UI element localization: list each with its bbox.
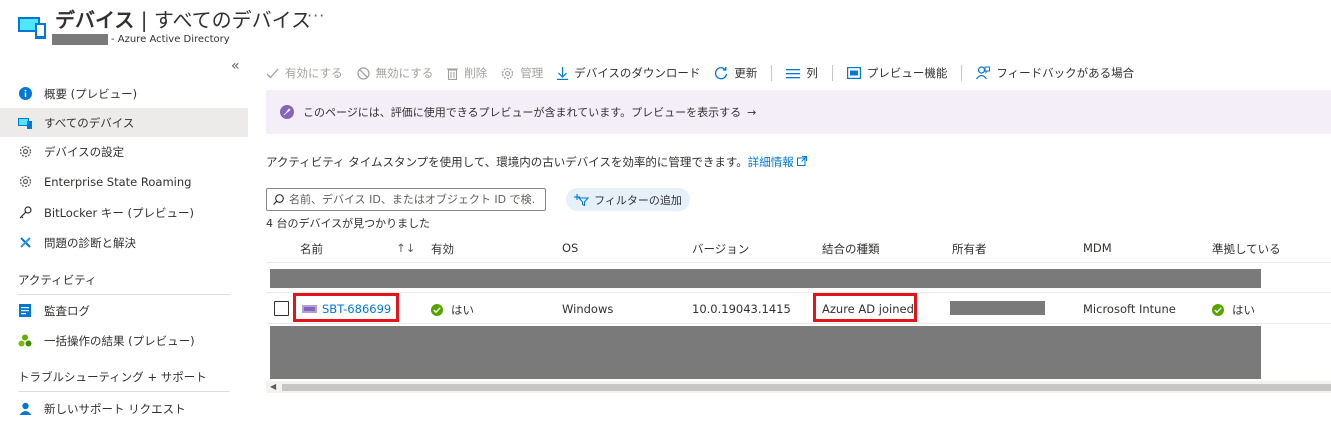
- check-icon: [266, 68, 279, 79]
- log-icon: [18, 304, 32, 318]
- scroll-left-icon[interactable]: ◀: [270, 382, 276, 391]
- page-subtitle: - Azure Active Directory: [52, 34, 230, 45]
- divider: [18, 294, 230, 295]
- columns-icon: [786, 68, 801, 79]
- more-icon[interactable]: ···: [307, 6, 325, 25]
- key-icon: [18, 206, 32, 220]
- disable-button[interactable]: 無効にする: [357, 65, 433, 81]
- compliant-cell: はい: [1212, 302, 1255, 318]
- horizontal-scrollbar[interactable]: ◀: [266, 381, 1331, 393]
- preview-icon: [846, 67, 861, 79]
- divider: [18, 391, 230, 392]
- check-circle-icon: [431, 304, 443, 316]
- table-row[interactable]: SBT-686699 はい Windows 10.0.19043.1415 Az…: [266, 292, 1331, 324]
- mdm-cell: Microsoft Intune: [1083, 302, 1176, 316]
- external-link-icon: [797, 156, 808, 166]
- feedback-icon: [976, 66, 991, 80]
- banner-text: このページには、評価に使用できるプレビューが含まれています。プレビューを表示する: [303, 106, 742, 119]
- main-content: 有効にする 無効にする 削除 管理 デバイスのダウンロード 更新 列 プレビュー…: [266, 58, 1331, 437]
- page-title: デバイス | すべてのデバイス: [55, 8, 312, 32]
- sidebar-item-new-support-request[interactable]: 新しいサポート リクエスト: [0, 394, 248, 423]
- search-input[interactable]: [289, 193, 534, 206]
- table-header: 名前 ↑↓ 有効 OS バージョン 結合の種類 所有者 MDM 準拠している: [266, 233, 1331, 263]
- bulk-icon: [18, 334, 32, 348]
- col-version[interactable]: バージョン: [692, 241, 749, 257]
- sidebar-item-bitlocker[interactable]: BitLocker キー (プレビュー): [0, 198, 248, 227]
- toolbar-divider: [771, 65, 773, 81]
- col-enabled[interactable]: 有効: [431, 241, 454, 257]
- collapse-sidebar-icon[interactable]: «: [231, 58, 240, 74]
- refresh-button[interactable]: 更新: [714, 65, 757, 81]
- page-header: デバイス | すべてのデバイス ··· - Azure Active Direc…: [0, 0, 1331, 58]
- preview-banner[interactable]: このページには、評価に使用できるプレビューが含まれています。プレビューを表示する…: [266, 90, 1331, 134]
- sidebar-item-diagnose[interactable]: 問題の診断と解決: [0, 228, 248, 257]
- highlight-device-name: [293, 293, 399, 322]
- learn-more-link[interactable]: 詳細情報: [748, 155, 808, 169]
- redacted-row: [270, 269, 1261, 288]
- sidebar-item-all-devices[interactable]: すべてのデバイス: [0, 108, 248, 137]
- sidebar-item-overview[interactable]: 概要 (プレビュー): [0, 79, 248, 108]
- columns-button[interactable]: 列: [786, 65, 818, 81]
- os-cell: Windows: [562, 302, 614, 316]
- toolbar-divider: [961, 65, 963, 81]
- enable-button[interactable]: 有効にする: [266, 65, 343, 81]
- check-circle-icon: [1212, 304, 1224, 316]
- redacted-owner: [950, 301, 1045, 315]
- info-text: アクティビティ タイムスタンプを使用して、環境内の古いデバイスを効率的に管理でき…: [266, 154, 808, 170]
- add-filter-button[interactable]: フィルターの追加: [566, 188, 690, 211]
- version-cell: 10.0.19043.1415: [692, 302, 791, 316]
- sidebar-item-enterprise-state-roaming[interactable]: Enterprise State Roaming: [0, 167, 248, 196]
- devices-icon: [18, 17, 46, 39]
- col-compliant[interactable]: 準拠している: [1212, 241, 1281, 257]
- col-mdm[interactable]: MDM: [1083, 241, 1112, 255]
- delete-button[interactable]: 削除: [447, 65, 487, 81]
- devices-icon: [18, 116, 32, 130]
- command-bar: 有効にする 無効にする 削除 管理 デバイスのダウンロード 更新 列 プレビュー…: [266, 62, 1148, 84]
- block-icon: [357, 66, 370, 80]
- gear-icon: [501, 67, 514, 80]
- support-icon: [18, 402, 32, 416]
- toolbar-divider: [831, 65, 833, 81]
- preview-features-button[interactable]: プレビュー機能: [846, 65, 947, 81]
- info-icon: [18, 87, 32, 101]
- trash-icon: [447, 67, 459, 80]
- result-count: 4 台のデバイスが見つかりました: [266, 217, 431, 230]
- col-name[interactable]: 名前: [300, 241, 323, 257]
- download-icon: [557, 66, 569, 80]
- gear-icon: [18, 175, 32, 189]
- gear-icon: [18, 145, 32, 159]
- sidebar-item-bulk-results[interactable]: 一括操作の結果 (プレビュー): [0, 326, 248, 355]
- sidebar-section-support: トラブルシューティング + サポート: [18, 370, 207, 384]
- refresh-icon: [714, 66, 728, 80]
- download-devices-button[interactable]: デバイスのダウンロード: [557, 65, 700, 81]
- scrollbar-thumb[interactable]: [282, 384, 1331, 391]
- feedback-button[interactable]: フィードバックがある場合: [976, 65, 1134, 81]
- wrench-icon: [18, 236, 32, 250]
- redacted-tenant: [52, 34, 108, 45]
- manage-button[interactable]: 管理: [501, 65, 543, 81]
- redacted-rows: [270, 326, 1261, 379]
- rocket-icon: [280, 105, 294, 119]
- highlight-join-type: [813, 293, 917, 322]
- search-box[interactable]: [266, 188, 546, 211]
- col-join-type[interactable]: 結合の種類: [822, 241, 880, 257]
- enabled-cell: はい: [431, 302, 474, 318]
- col-os[interactable]: OS: [562, 241, 578, 255]
- sidebar: « 概要 (プレビュー) すべてのデバイス デバイスの設定 Enterprise…: [0, 58, 248, 437]
- col-owner[interactable]: 所有者: [952, 241, 987, 257]
- sidebar-item-device-settings[interactable]: デバイスの設定: [0, 137, 248, 166]
- sidebar-item-audit-log[interactable]: 監査ログ: [0, 296, 248, 325]
- arrow-right-icon: →: [747, 105, 757, 119]
- sort-icon[interactable]: ↑↓: [396, 241, 415, 255]
- search-icon: [273, 194, 284, 205]
- row-checkbox[interactable]: [274, 301, 289, 316]
- add-filter-icon: [574, 193, 590, 206]
- sidebar-section-activity: アクティビティ: [18, 273, 97, 287]
